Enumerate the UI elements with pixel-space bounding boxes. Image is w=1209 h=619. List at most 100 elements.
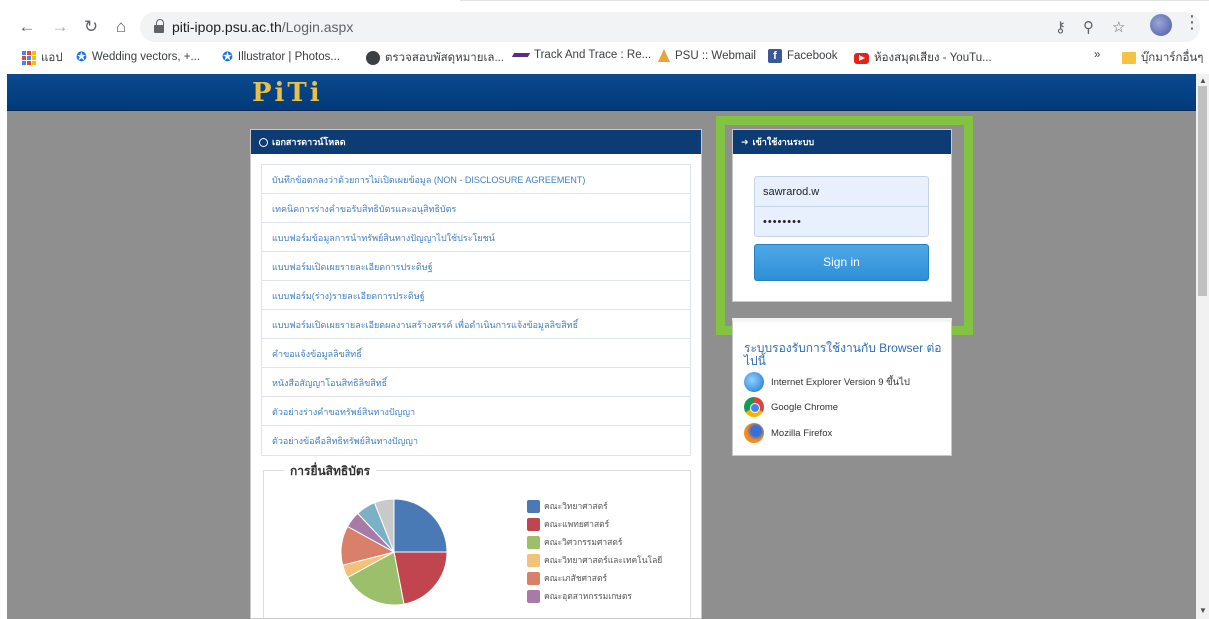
browser-support-panel: ระบบรองรับการใช้งานกับ Browser ต่อไปนี้ … xyxy=(732,318,952,456)
facebook-icon: f xyxy=(768,49,782,63)
scroll-down-icon[interactable]: ▼ xyxy=(1199,606,1207,615)
bookmark-facebook[interactable]: f Facebook xyxy=(768,49,838,63)
document-list: บันทึกข้อตกลงว่าด้วยการไม่เปิดเผยข้อมูล … xyxy=(261,164,691,456)
bookmark-label: Track And Trace : Re... xyxy=(534,49,652,61)
document-link[interactable]: หนังสือสัญญาโอนสิทธิลิขสิทธิ์ xyxy=(262,368,690,397)
youtube-icon xyxy=(854,52,869,64)
legend-entry: คณะวิทยาศาสตร์ xyxy=(527,497,662,515)
chart-title: การยื่นสิทธิบัตร xyxy=(284,462,377,481)
document-link[interactable]: คำขอแจ้งข้อมูลลิขสิทธิ์ xyxy=(262,339,690,368)
bookmark-label: PSU :: Webmail xyxy=(675,49,756,62)
forward-arrow-icon[interactable]: → xyxy=(47,14,73,40)
chart-legend: คณะวิทยาศาสตร์คณะแพทยศาสตร์คณะวิศวกรรมศา… xyxy=(527,497,662,605)
bookmark-star-icon[interactable]: ☆ xyxy=(1112,18,1125,36)
site-header: PiTi xyxy=(7,74,1196,111)
document-link[interactable]: บันทึกข้อตกลงว่าด้วยการไม่เปิดเผยข้อมูล … xyxy=(262,165,690,194)
bookmark-label: ห้องสมุดเสียง - YouTu... xyxy=(874,52,992,64)
profile-avatar[interactable] xyxy=(1150,14,1172,36)
browser-label: Internet Explorer Version 9 ขึ้นไป xyxy=(771,376,910,388)
bookmark-label: ตรวจสอบพัสดุหมายเล... xyxy=(385,52,505,64)
bookmark-wedding[interactable]: ✪ Wedding vectors, +... xyxy=(76,49,200,65)
url-host: piti-ipop.psu.ac.th xyxy=(172,19,282,35)
legend-entry: คณะอุตสาหกรรมเกษตร xyxy=(527,587,662,605)
track-icon xyxy=(511,53,531,57)
document-link[interactable]: ตัวอย่างข้อคือสิทธิทรัพย์สินทางปัญญา xyxy=(262,426,690,455)
kebab-menu-icon[interactable]: ⋮ xyxy=(1183,13,1201,31)
login-title: เข้าใช้งานระบบ xyxy=(752,137,815,147)
document-link[interactable]: แบบฟอร์มข้อมูลการนำทรัพย์สินทางปัญญาไปใช… xyxy=(262,223,690,252)
page-viewport: PiTi เอกสารดาวน์โหลด บันทึกข้อตกลงว่าด้ว… xyxy=(7,74,1196,619)
legend-label: คณะแพทยศาสตร์ xyxy=(544,519,610,529)
zoom-icon[interactable]: ⚲ xyxy=(1083,18,1094,36)
legend-label: คณะวิศวกรรมศาสตร์ xyxy=(544,537,623,547)
bookmarks-overflow-button[interactable]: » xyxy=(1094,49,1100,61)
reload-icon[interactable]: ↻ xyxy=(78,14,104,40)
bookmark-parcel-tracking[interactable]: ตรวจสอบพัสดุหมายเล... xyxy=(366,49,504,67)
browser-support-title: ระบบรองรับการใช้งานกับ Browser ต่อไปนี้ xyxy=(744,341,942,368)
login-panel: ➜ เข้าใช้งานระบบ sawrarod.w •••••••• Sig… xyxy=(732,129,952,302)
browser-chrome: ← → ↻ ⌂ piti-ipop.psu.ac.th/Login.aspx ⚷… xyxy=(0,0,1209,74)
legend-label: คณะวิทยาศาสตร์ xyxy=(544,501,608,511)
document-link[interactable]: ตัวอย่างร่างคำขอทรัพย์สินทางปัญญา xyxy=(262,397,690,426)
scroll-up-icon[interactable]: ▲ xyxy=(1199,76,1207,85)
document-link[interactable]: แบบฟอร์ม(ร่าง)รายละเอียดการประดิษฐ์ xyxy=(262,281,690,310)
bookmark-star-icon: ✪ xyxy=(222,49,233,64)
bookmark-label: Wedding vectors, +... xyxy=(91,51,201,63)
apps-icon xyxy=(22,51,36,65)
back-arrow-icon[interactable]: ← xyxy=(14,14,40,40)
username-input[interactable]: sawrarod.w xyxy=(754,176,929,207)
sign-in-button[interactable]: Sign in xyxy=(754,244,929,281)
other-bookmarks-folder[interactable]: บุ๊กมาร์กอื่นๆ xyxy=(1122,49,1203,67)
browser-label: Mozilla Firefox xyxy=(771,427,833,439)
folder-icon xyxy=(1122,52,1136,64)
scrollbar-thumb[interactable] xyxy=(1198,86,1207,296)
download-circle-icon xyxy=(259,137,268,147)
downloads-panel: เอกสารดาวน์โหลด บันทึกข้อตกลงว่าด้วยการไ… xyxy=(250,129,702,619)
legend-swatch xyxy=(527,553,540,567)
password-input[interactable]: •••••••• xyxy=(754,206,929,237)
bookmark-apps[interactable]: แอป xyxy=(22,49,63,67)
legend-label: คณะวิทยาศาสตร์และเทคโนโลยี xyxy=(544,555,663,565)
legend-label: คณะอุตสาหกรรมเกษตร xyxy=(544,591,632,601)
document-link[interactable]: แบบฟอร์มเปิดเผยรายละเอียดผลงานสร้างสรรค์… xyxy=(262,310,690,339)
lock-icon[interactable] xyxy=(154,19,164,33)
legend-entry: คณะวิทยาศาสตร์และเทคโนโลยี xyxy=(527,551,662,569)
browser-toolbar: ← → ↻ ⌂ piti-ipop.psu.ac.th/Login.aspx ⚷… xyxy=(0,10,1209,44)
home-icon[interactable]: ⌂ xyxy=(108,14,134,40)
bookmark-label: Illustrator | Photos... xyxy=(237,51,340,63)
patent-pie-chart xyxy=(340,498,448,606)
bookmark-illustrator[interactable]: ✪ Illustrator | Photos... xyxy=(222,49,340,65)
login-panel-header: ➜ เข้าใช้งานระบบ xyxy=(733,130,951,154)
page-scrollbar[interactable]: ▲ ▼ xyxy=(1196,74,1209,619)
legend-swatch xyxy=(527,589,540,603)
document-link[interactable]: แบบฟอร์มเปิดเผยรายละเอียดการประดิษฐ์ xyxy=(262,252,690,281)
tab-strip xyxy=(460,0,1209,6)
bookmark-psu-webmail[interactable]: PSU :: Webmail xyxy=(658,49,756,62)
legend-entry: คณะเภสัชศาสตร์ xyxy=(527,569,662,587)
downloads-title: เอกสารดาวน์โหลด xyxy=(272,137,346,147)
login-icon: ➜ xyxy=(741,136,749,147)
browser-item-ie: Internet Explorer Version 9 ขึ้นไป xyxy=(744,372,910,392)
downloads-panel-header: เอกสารดาวน์โหลด xyxy=(251,130,701,154)
bookmark-track-and-trace[interactable]: Track And Trace : Re... xyxy=(511,49,652,61)
overflow-chevron-icon: » xyxy=(1094,49,1101,61)
url-path: /Login.aspx xyxy=(281,19,354,35)
password-key-icon[interactable]: ⚷ xyxy=(1055,18,1066,36)
legend-swatch xyxy=(527,571,540,585)
globe-icon xyxy=(366,51,380,65)
browser-item-chrome: Google Chrome xyxy=(744,397,838,417)
internet-explorer-icon xyxy=(744,372,764,392)
site-logo[interactable]: PiTi xyxy=(252,78,323,108)
bookmark-label: Facebook xyxy=(787,50,838,62)
bookmark-label: บุ๊กมาร์กอื่นๆ xyxy=(1141,52,1204,64)
bookmark-youtube[interactable]: ห้องสมุดเสียง - YouTu... xyxy=(854,49,992,67)
legend-swatch xyxy=(527,499,540,513)
url-text[interactable]: piti-ipop.psu.ac.th/Login.aspx xyxy=(172,19,353,35)
browser-label: Google Chrome xyxy=(771,401,839,413)
document-link[interactable]: เทคนิคการร่างคำขอรับสิทธิบัตรและอนุสิทธิ… xyxy=(262,194,690,223)
psu-icon xyxy=(658,49,670,62)
firefox-icon xyxy=(744,423,764,443)
legend-swatch xyxy=(527,535,540,549)
address-bar[interactable]: piti-ipop.psu.ac.th/Login.aspx ⚷ ⚲ ☆ xyxy=(140,12,1200,42)
legend-label: คณะเภสัชศาสตร์ xyxy=(544,573,608,583)
